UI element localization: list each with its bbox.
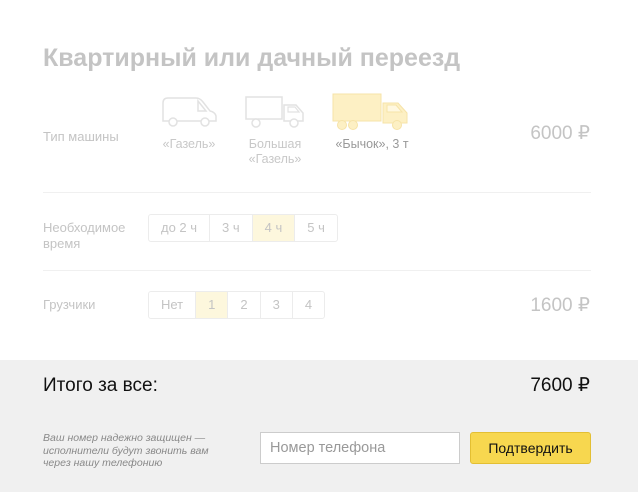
truck-icon [245, 96, 304, 128]
time-selector: до 2 ч 3 ч 4 ч 5 ч [148, 214, 338, 242]
vehicle-price: 6000 ₽ [530, 123, 590, 144]
total-label: Итого за все: [43, 375, 158, 396]
order-form: Квартирный или дачный переезд Тип машины… [0, 0, 638, 360]
large-truck-icon [332, 93, 408, 130]
van-icon [162, 97, 217, 127]
page-title: Квартирный или дачный переезд [43, 44, 461, 72]
vehicle-option-big-gazelle[interactable]: Большая «Газель» [244, 93, 306, 167]
order-footer: Итого за все: 7600 ₽ Ваш номер надежно з… [0, 360, 638, 492]
movers-option[interactable]: 3 [261, 292, 293, 318]
vehicle-type-label: Тип машины [43, 129, 119, 144]
movers-option[interactable]: Нет [149, 292, 197, 318]
time-option-selected[interactable]: 4 ч [252, 215, 296, 241]
vehicle-options: «Газель» Большая «Газель» «Бычок», 3 т [160, 93, 420, 173]
vehicle-option-caption: «Газель» [162, 137, 216, 151]
movers-selector: Нет 1 2 3 4 [148, 291, 326, 319]
movers-option[interactable]: 4 [293, 292, 324, 318]
movers-option-selected[interactable]: 1 [196, 292, 229, 318]
movers-option[interactable]: 2 [228, 292, 261, 318]
vehicle-option-caption: Большая «Газель» [248, 137, 302, 166]
vehicle-option-caption: «Бычок», 3 т [335, 137, 409, 151]
movers-price: 1600 ₽ [530, 295, 590, 316]
privacy-note: Ваш номер надежно защищен — исполнители … [43, 432, 209, 469]
time-option[interactable]: 3 ч [210, 215, 253, 241]
divider [43, 270, 591, 271]
time-option[interactable]: до 2 ч [149, 215, 211, 241]
time-label: Необходимое время [43, 220, 126, 251]
vehicle-option-gazelle[interactable]: «Газель» [160, 93, 218, 152]
movers-label: Грузчики [43, 297, 96, 312]
total-value: 7600 ₽ [530, 375, 590, 396]
time-option[interactable]: 5 ч [295, 215, 337, 241]
phone-input[interactable] [260, 432, 460, 464]
divider [43, 192, 591, 193]
vehicle-option-bychok[interactable]: «Бычок», 3 т [332, 93, 412, 152]
confirm-button[interactable]: Подтвердить [470, 432, 591, 464]
